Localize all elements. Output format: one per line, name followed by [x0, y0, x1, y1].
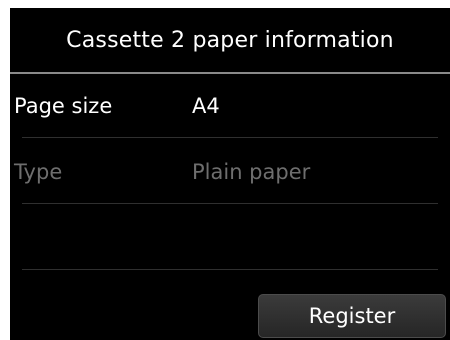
printer-screen: Cassette 2 paper information Page size A…: [10, 8, 450, 340]
row-divider: [22, 269, 438, 270]
settings-row-page-size[interactable]: Page size A4: [10, 74, 450, 138]
page-size-value: A4: [192, 94, 220, 118]
type-value: Plain paper: [192, 160, 311, 184]
title-bar: Cassette 2 paper information: [10, 8, 450, 72]
row-divider: [22, 203, 438, 204]
page-title: Cassette 2 paper information: [66, 27, 394, 53]
register-button[interactable]: Register: [258, 294, 446, 338]
page-size-label: Page size: [14, 94, 113, 118]
row-divider: [22, 137, 438, 138]
settings-row-empty: [10, 206, 450, 270]
type-label: Type: [14, 160, 63, 184]
settings-row-type: Type Plain paper: [10, 140, 450, 204]
